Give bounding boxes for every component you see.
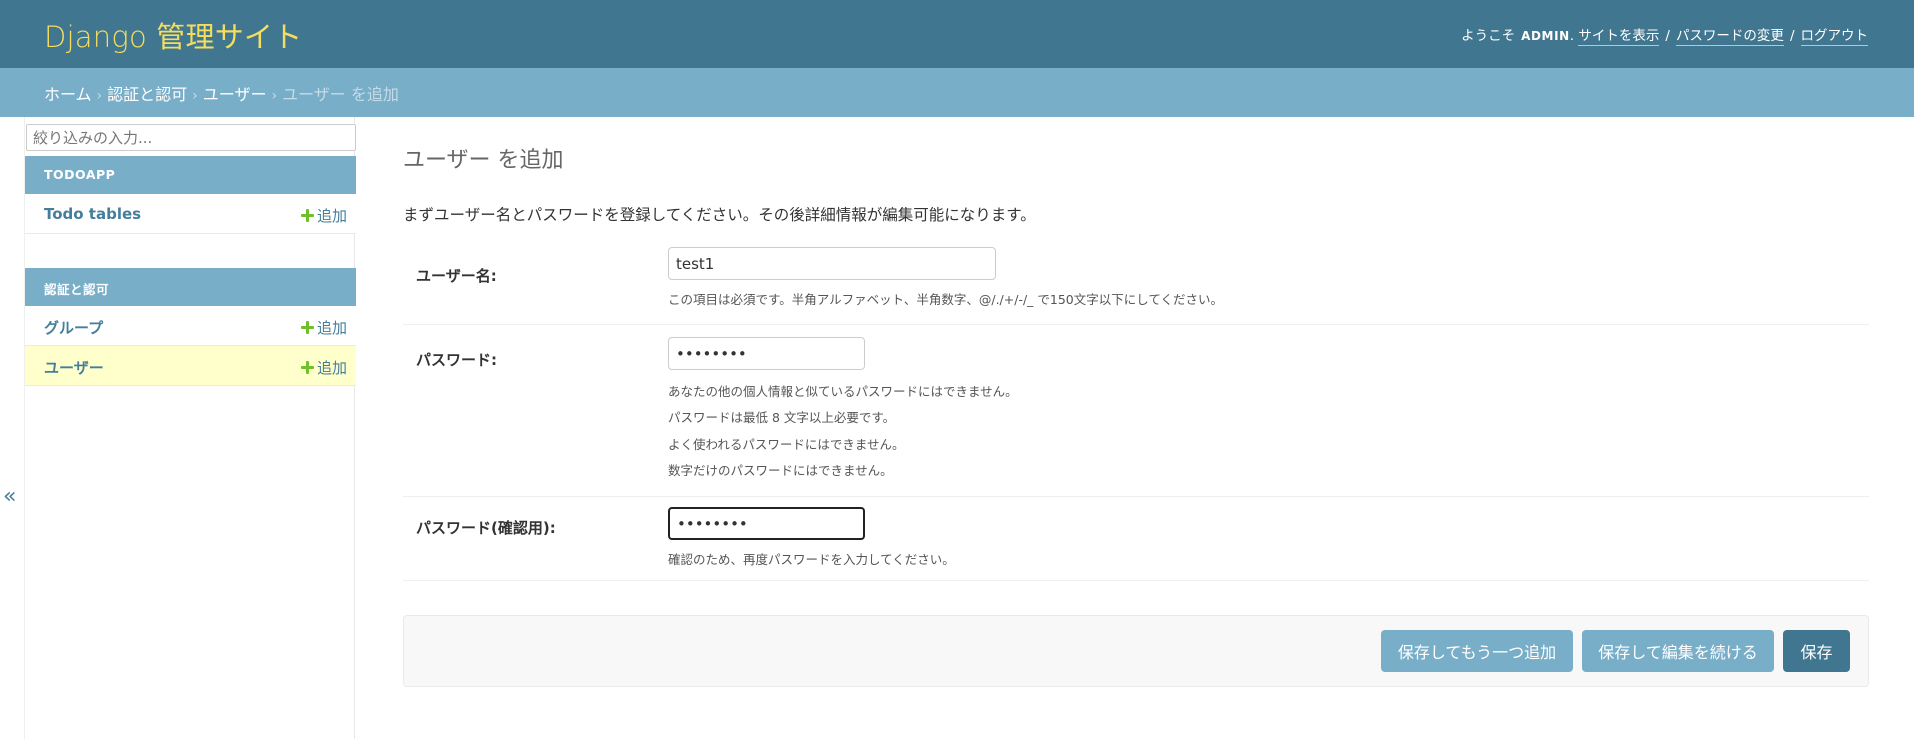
double-chevron-left-icon[interactable]: « [3,484,16,509]
password-help-item: パスワードは最低 8 文字以上必要です。 [668,410,896,425]
breadcrumb-home[interactable]: ホーム [44,85,92,104]
password-confirm-help: 確認のため、再度パスワードを入力してください。 [668,552,955,567]
nav-sidebar: TODOAPP Todo tables 追加 認証と認可 グループ 追加 ユーザ… [24,117,356,739]
user-tools: ようこそ ADMIN. サイトを表示 / パスワードの変更 / ログアウト [1461,24,1868,46]
form-row-password: パスワード: あなたの他の個人情報と似ているパスワードにはできません。 パスワー… [403,325,1869,497]
module-caption-todoapp[interactable]: TODOAPP [25,156,356,194]
submit-row: 保存してもう一つ追加 保存して編集を続ける 保存 [403,615,1869,687]
sidebar-item-todo-tables: Todo tables 追加 [25,194,356,234]
add-label: 追加 [316,359,347,377]
plus-icon [300,209,314,222]
add-label: 追加 [316,319,347,337]
sidebar-filter-input[interactable] [26,124,356,151]
separator: / [1789,28,1795,44]
form-row-username: ユーザー名: この項目は必須です。半角アルファベット、半角数字、@/./+/-/… [403,241,1869,325]
todo-tables-link[interactable]: Todo tables [44,205,141,223]
site-branding[interactable]: Django 管理サイト [44,14,302,56]
header: Django 管理サイト ようこそ ADMIN. サイトを表示 / パスワードの… [0,0,1914,68]
breadcrumb-separator: › [192,88,198,104]
save-and-add-another-button[interactable]: 保存してもう一つ追加 [1381,630,1573,672]
change-password-link[interactable]: パスワードの変更 [1675,24,1784,46]
breadcrumb-auth[interactable]: 認証と認可 [107,85,187,104]
sidebar-item-users: ユーザー 追加 [25,346,356,386]
username-help: この項目は必須です。半角アルファベット、半角数字、@/./+/-/_ で150文… [668,292,1224,307]
username-field[interactable] [668,247,996,280]
form-intro-text: まずユーザー名とパスワードを登録してください。その後詳細情報が編集可能になります… [403,206,1036,224]
save-button[interactable]: 保存 [1783,630,1850,672]
punctuation: . [1569,28,1579,44]
username: ADMIN [1521,29,1570,43]
breadcrumb-separator: › [96,88,103,104]
plus-icon [300,361,314,374]
breadcrumb-current: ユーザー を追加 [282,85,399,104]
plus-icon [300,321,314,334]
welcome-text: ようこそ [1461,28,1516,44]
add-label: 追加 [316,207,347,225]
password-confirm-field[interactable] [668,507,865,540]
password-field[interactable] [668,337,865,370]
users-link[interactable]: ユーザー [44,357,104,378]
breadcrumb-separator: › [271,88,278,104]
save-and-continue-button[interactable]: 保存して編集を続ける [1582,630,1774,672]
page-title: ユーザー を追加 [403,148,564,173]
form-row-password-confirm: パスワード(確認用): 確認のため、再度パスワードを入力してください。 [403,497,1869,581]
password-help-item: 数字だけのパスワードにはできません。 [668,463,893,478]
groups-link[interactable]: グループ [44,317,103,338]
password-help-item: よく使われるパスワードにはできません。 [668,437,905,452]
module-caption-auth[interactable]: 認証と認可 [25,268,356,306]
password-label: パスワード: [416,351,497,369]
groups-add-link[interactable]: 追加 [300,317,347,338]
breadcrumb-users[interactable]: ユーザー [203,85,267,104]
username-label: ユーザー名: [416,267,497,285]
separator: / [1665,28,1670,44]
view-site-link[interactable]: サイトを表示 [1578,24,1660,46]
password-help-item: あなたの他の個人情報と似ているパスワードにはできません。 [668,384,1018,399]
todo-tables-add-link[interactable]: 追加 [300,205,347,226]
users-add-link[interactable]: 追加 [300,357,347,378]
password-confirm-label: パスワード(確認用): [416,519,556,537]
logout-link[interactable]: ログアウト [1800,24,1868,46]
sidebar-item-groups: グループ 追加 [25,306,356,346]
breadcrumb: ホーム › 認証と認可 › ユーザー › ユーザー を追加 [0,68,1914,117]
